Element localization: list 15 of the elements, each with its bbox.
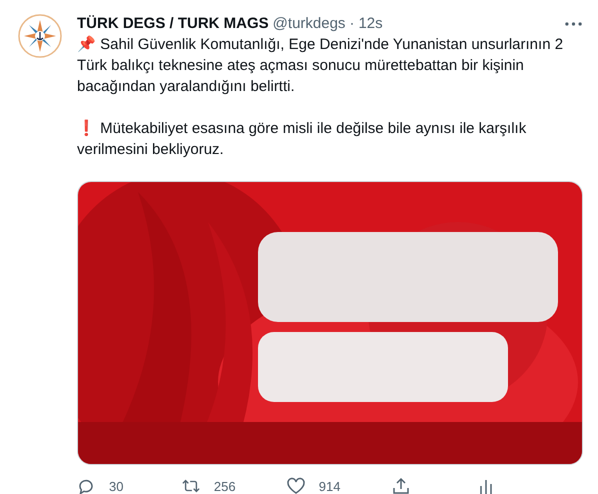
share-icon[interactable]	[392, 477, 410, 494]
action-count: 30	[109, 478, 124, 494]
reply-icon[interactable]	[77, 477, 95, 494]
action-count: 256	[214, 478, 236, 494]
tweet-text: 📌 Sahil Güvenlik Komutanlığı, Ege Denizi'nde Yunanistan unsurlarının 2 Türk balıkçı teknesine ateş açması sonucu mürettebattan bir kişinin bacağından yaralandığını belirtti.	[77, 36, 564, 95]
display-name[interactable]: TÜRK DEGS / TURK MAGS	[77, 14, 269, 34]
user-handle[interactable]: @turkdegs	[272, 14, 346, 34]
separator: ·	[349, 14, 354, 34]
heart-icon[interactable]	[286, 477, 305, 494]
retweet-icon[interactable]	[182, 477, 200, 494]
avatar-icon[interactable]	[18, 14, 62, 58]
action-count: 914	[318, 478, 340, 494]
timestamp[interactable]: 12s	[358, 14, 383, 34]
tweet-text: ❗ Mütekabiliyet esasına göre misli ile değilse bile aynısı ile karşılık verilmesini bekliyoruz.	[77, 120, 526, 158]
more-icon[interactable]	[565, 22, 582, 26]
